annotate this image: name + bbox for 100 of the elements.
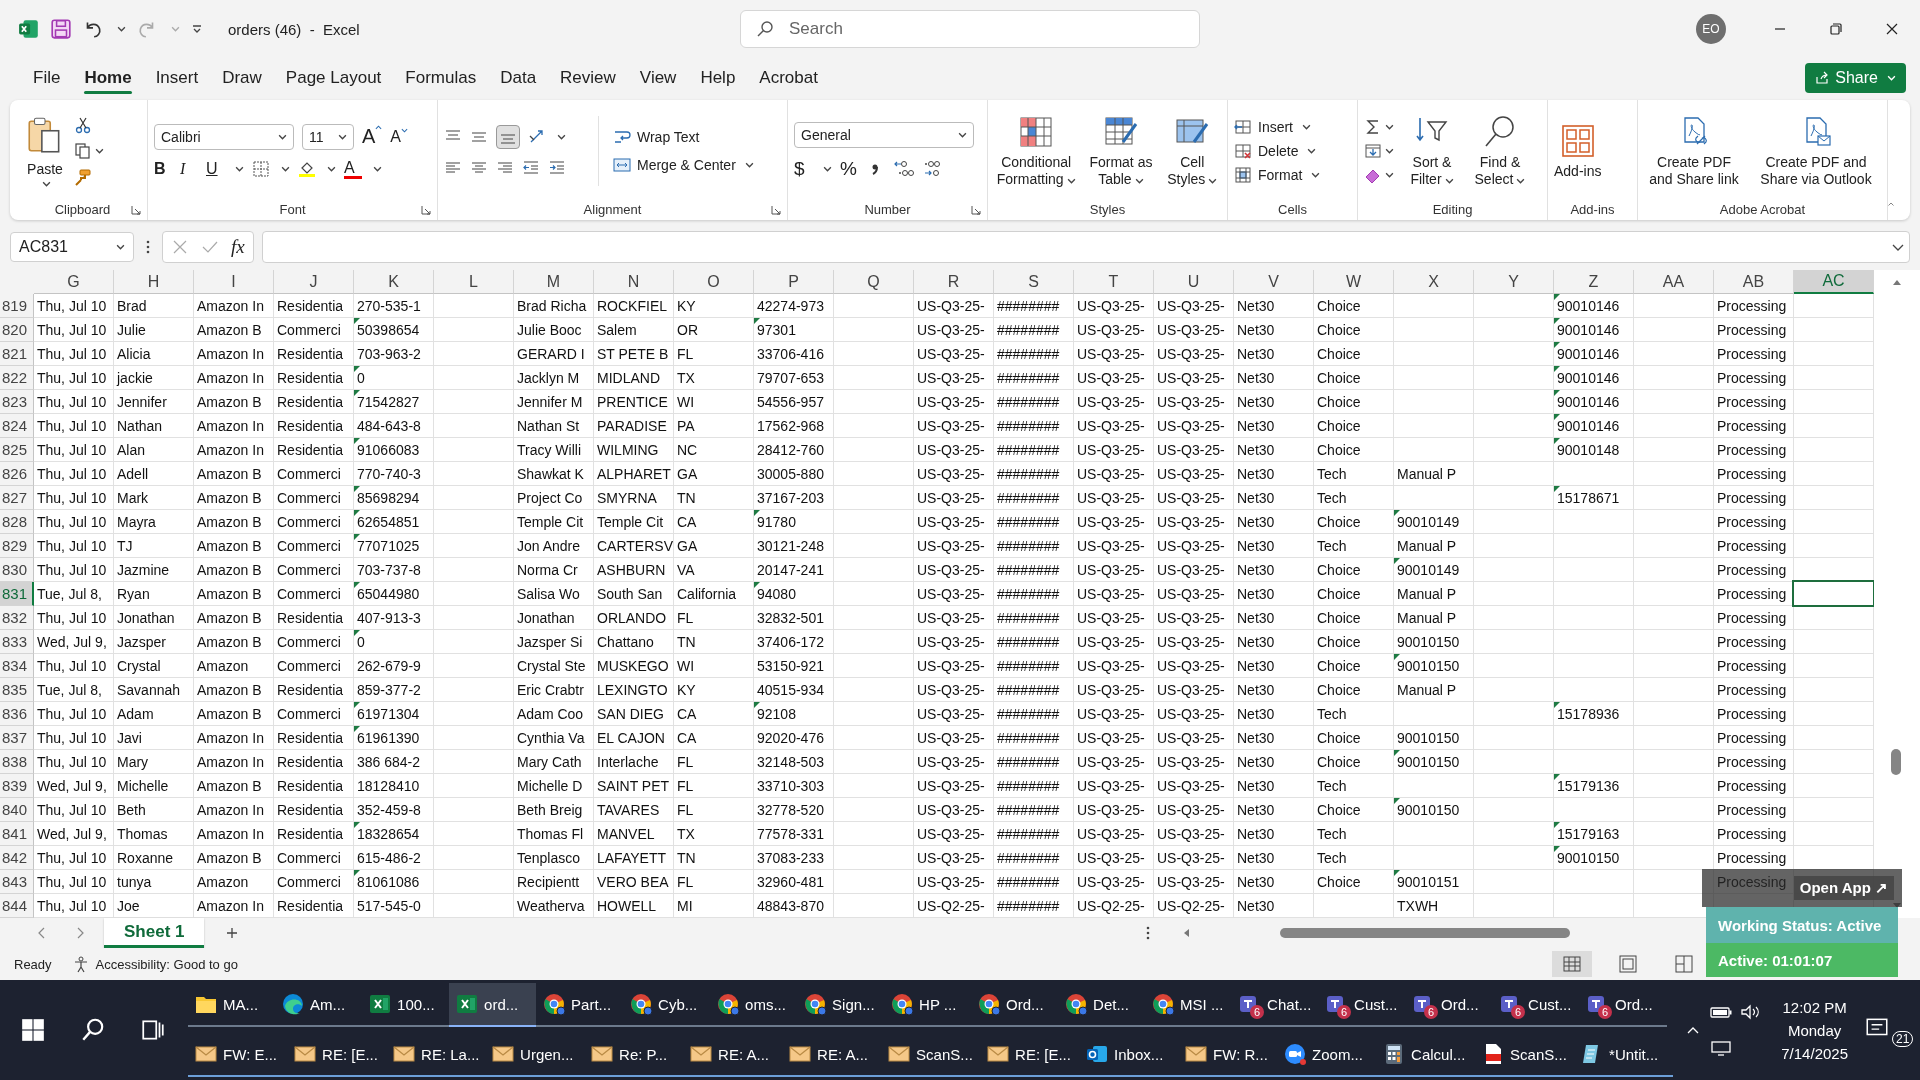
row-header[interactable]: 824 xyxy=(0,414,34,438)
ribbon-tab[interactable]: Draw xyxy=(213,60,271,96)
align-bottom-icon[interactable] xyxy=(496,125,520,149)
chevron-up-icon[interactable] xyxy=(1687,1026,1700,1034)
column-header[interactable]: AC xyxy=(1794,270,1874,294)
column-header[interactable]: S xyxy=(994,270,1074,294)
row-header[interactable]: 833 xyxy=(0,630,34,654)
taskbar-button[interactable]: ScanS... xyxy=(1475,1033,1575,1077)
dialog-launcher-icon[interactable] xyxy=(131,205,141,215)
ribbon-tab[interactable]: File xyxy=(24,60,70,96)
search-field[interactable]: Search xyxy=(740,10,1200,48)
column-header[interactable]: W xyxy=(1314,270,1394,294)
share-button[interactable]: Share xyxy=(1805,63,1906,93)
caret-icon[interactable] xyxy=(117,26,126,32)
styles-button[interactable]: Format as Table xyxy=(1086,114,1156,188)
task-view-icon[interactable] xyxy=(140,1017,166,1043)
row-header[interactable]: 827 xyxy=(0,486,34,510)
taskbar-button[interactable]: ScanS... xyxy=(881,1033,981,1077)
expand-icon[interactable] xyxy=(1892,244,1904,252)
row-header[interactable]: 836 xyxy=(0,702,34,726)
scroll-thumb[interactable] xyxy=(1280,928,1570,938)
font-family-dropdown[interactable]: Calibri xyxy=(154,123,294,150)
row-header[interactable]: 837 xyxy=(0,726,34,750)
column-header[interactable]: V xyxy=(1234,270,1314,294)
editing-button[interactable]: Sort & Filter xyxy=(1402,114,1462,188)
taskbar-button[interactable]: Det... xyxy=(1058,983,1146,1027)
taskbar-button[interactable]: RE: La... xyxy=(386,1033,486,1077)
selected-cell[interactable] xyxy=(1792,580,1874,607)
column-header[interactable]: R xyxy=(914,270,994,294)
sheet-tab[interactable]: Sheet 1 xyxy=(104,918,205,948)
underline-button[interactable]: U xyxy=(206,160,224,178)
column-header[interactable]: X xyxy=(1394,270,1474,294)
taskbar-button[interactable]: FW: E... xyxy=(188,1033,288,1077)
row-header[interactable]: 841 xyxy=(0,822,34,846)
caret-icon[interactable] xyxy=(1385,148,1394,154)
column-header[interactable]: U xyxy=(1154,270,1234,294)
dialog-launcher-icon[interactable] xyxy=(971,205,981,215)
cells-button[interactable]: Insert xyxy=(1234,118,1311,136)
ribbon-tab[interactable]: View xyxy=(630,60,686,96)
search-icon[interactable] xyxy=(80,1017,106,1043)
caret-icon[interactable] xyxy=(327,166,336,172)
column-header[interactable]: H xyxy=(114,270,194,294)
ribbon-tab[interactable]: Formulas xyxy=(396,60,486,96)
number-format-dropdown[interactable]: General xyxy=(794,122,974,148)
font-color-button[interactable]: A xyxy=(344,159,362,179)
clock-date[interactable]: 7/14/2025 xyxy=(1781,1044,1848,1062)
taskbar-button[interactable]: RE: A... xyxy=(683,1033,783,1077)
insert-function-button[interactable]: fx xyxy=(231,236,245,258)
row-header[interactable]: 821 xyxy=(0,342,34,366)
acrobat-button[interactable]: Create PDF and Share via Outlook xyxy=(1752,114,1880,188)
formula-input[interactable] xyxy=(261,231,1910,263)
column-header[interactable]: P xyxy=(754,270,834,294)
ribbon-tab[interactable]: Home xyxy=(75,60,141,96)
caret-icon[interactable] xyxy=(1385,124,1394,130)
scroll-up-icon[interactable] xyxy=(1892,278,1902,286)
row-header[interactable]: 825 xyxy=(0,438,34,462)
dialog-launcher-icon[interactable] xyxy=(421,205,431,215)
column-header[interactable]: K xyxy=(354,270,434,294)
collapse-ribbon-icon[interactable] xyxy=(1888,200,1894,208)
taskbar-button[interactable]: Inbox... xyxy=(1079,1033,1179,1077)
ribbon-tab[interactable]: Review xyxy=(551,60,625,96)
italic-button[interactable]: I xyxy=(180,160,198,178)
editing-button[interactable]: Find & Select xyxy=(1470,114,1530,188)
accessibility-status[interactable]: Accessibility: Good to go xyxy=(95,956,238,972)
fill-color-icon[interactable] xyxy=(298,160,316,178)
save-icon[interactable] xyxy=(50,18,72,40)
taskbar-button[interactable]: 6 Cust... xyxy=(1319,983,1407,1027)
cells-button[interactable]: Delete xyxy=(1234,142,1317,160)
format-painter-icon[interactable] xyxy=(74,168,92,186)
row-header[interactable]: 840 xyxy=(0,798,34,822)
caret-icon[interactable] xyxy=(95,148,104,154)
decrease-indent-icon[interactable] xyxy=(522,159,540,177)
copy-icon[interactable] xyxy=(74,142,92,160)
clock-time[interactable]: 12:02 PM xyxy=(1782,998,1847,1016)
taskbar-button[interactable]: RE: [E... xyxy=(287,1033,387,1077)
scroll-thumb[interactable] xyxy=(1891,749,1901,775)
windows-start-icon[interactable] xyxy=(20,1017,46,1043)
taskbar-button[interactable]: 6 Chat... xyxy=(1232,983,1320,1027)
column-header[interactable]: Q xyxy=(834,270,914,294)
caret-icon[interactable] xyxy=(373,166,382,172)
column-header[interactable]: Z xyxy=(1554,270,1634,294)
font-size-dropdown[interactable]: 11 xyxy=(302,123,354,150)
column-header[interactable]: Y xyxy=(1474,270,1554,294)
ribbon-tab[interactable]: Acrobat xyxy=(750,60,827,96)
ribbon-tab[interactable]: Page Layout xyxy=(276,60,391,96)
ribbon-tab[interactable]: Insert xyxy=(146,60,208,96)
caret-icon[interactable] xyxy=(1385,172,1394,178)
shrink-font-button[interactable]: A xyxy=(390,127,409,146)
column-header[interactable]: O xyxy=(674,270,754,294)
taskbar-button[interactable]: 6 Cust... xyxy=(1493,983,1581,1027)
taskbar-button[interactable]: MSI ... xyxy=(1145,983,1233,1027)
column-header[interactable]: J xyxy=(274,270,354,294)
currency-button[interactable]: $ xyxy=(794,158,812,180)
taskbar-button[interactable]: Ord... xyxy=(971,983,1059,1027)
name-box[interactable]: AC831 xyxy=(10,232,134,262)
add-sheet-icon[interactable] xyxy=(226,927,239,939)
paste-button[interactable]: Paste xyxy=(24,115,66,187)
scroll-left-icon[interactable] xyxy=(1182,928,1190,938)
row-header[interactable]: 832 xyxy=(0,606,34,630)
row-header[interactable]: 829 xyxy=(0,534,34,558)
